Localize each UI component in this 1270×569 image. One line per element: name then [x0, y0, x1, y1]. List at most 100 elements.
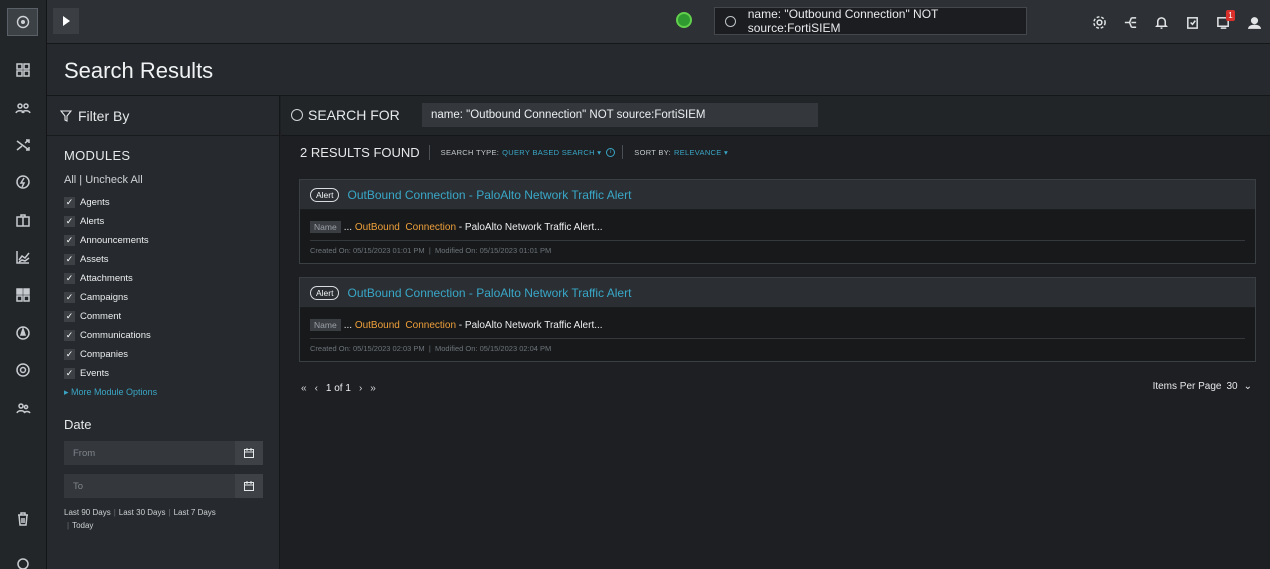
checkbox-icon: ✓ — [64, 216, 75, 227]
icon-rail — [0, 0, 47, 569]
created-on: Created On: 05/15/2023 01:01 PM — [310, 246, 425, 255]
more-options-label: More Module Options — [71, 387, 158, 397]
shuffle-icon[interactable] — [12, 134, 34, 156]
result-card: Alert OutBound Connection - PaloAlto Net… — [299, 277, 1256, 362]
apps-icon[interactable] — [12, 284, 34, 306]
app-logo-icon[interactable] — [7, 8, 38, 36]
module-select-links: All | Uncheck All — [64, 174, 143, 186]
snippet-suffix: - PaloAlto Network Traffic Alert... — [458, 221, 603, 233]
search-type-dropdown[interactable]: QUERY BASED SEARCH ▾ — [502, 148, 601, 157]
module-type-badge: Alert — [310, 285, 340, 300]
divider — [622, 145, 624, 159]
settings-small-icon[interactable] — [12, 553, 34, 569]
status-indicator-icon[interactable] — [676, 12, 692, 28]
module-checkbox-assets[interactable]: ✓ Assets — [64, 250, 279, 269]
gear-icon[interactable] — [1084, 9, 1115, 35]
date-title: Date — [64, 417, 92, 432]
last-page-button[interactable]: » — [370, 383, 376, 394]
date-to-field[interactable]: To — [64, 474, 263, 498]
module-label: Agents — [80, 197, 110, 208]
last-90-days-link[interactable]: Last 90 Days — [64, 508, 111, 517]
items-per-page-select[interactable]: 30 — [1226, 381, 1237, 392]
expand-sidebar-button[interactable] — [53, 8, 79, 34]
play-icon — [62, 16, 70, 26]
info-icon[interactable]: i — [606, 147, 616, 157]
sort-by-dropdown[interactable]: RELEVANCE ▾ — [674, 148, 728, 157]
filter-heading: Filter By — [78, 107, 130, 124]
date-from-field[interactable]: From — [64, 441, 263, 465]
module-label: Companies — [80, 349, 129, 360]
checkbox-icon: ✓ — [64, 235, 75, 246]
search-type-value: QUERY BASED SEARCH — [502, 147, 595, 157]
items-per-page: Items Per Page 30 ⌄ — [1153, 381, 1252, 392]
calendar-icon[interactable] — [235, 474, 263, 498]
filter-panel: Filter By MODULES All | Uncheck All ✓ Age… — [47, 96, 280, 569]
global-search-input[interactable]: name: "Outbound Connection" NOT source:F… — [714, 7, 1027, 35]
briefcase-icon[interactable] — [12, 209, 34, 231]
last-7-days-link[interactable]: Last 7 Days — [174, 508, 216, 517]
created-on: Created On: 05/15/2023 02:03 PM — [310, 344, 425, 353]
calendar-icon[interactable] — [235, 441, 263, 465]
result-title-link[interactable]: OutBound Connection - PaloAlto Network T… — [347, 286, 631, 300]
result-snippet: Name ... OutBound Connection - PaloAlto … — [310, 220, 1255, 234]
select-all-link[interactable]: All — [64, 174, 76, 186]
search-for-bar: SEARCH FOR name: "Outbound Connection" N… — [281, 96, 1270, 136]
users-group-icon[interactable] — [12, 97, 34, 119]
module-list: ✓ Agents ✓ Alerts ✓ Announcements ✓ Assets ✓… — [64, 193, 279, 383]
highlight-term: OutBound — [354, 319, 400, 331]
module-label: Communications — [80, 330, 151, 341]
dashboard-icon[interactable] — [12, 59, 34, 81]
result-card-header: Alert OutBound Connection - PaloAlto Net… — [300, 180, 1255, 210]
divider — [310, 338, 1245, 339]
today-link[interactable]: Today — [72, 521, 93, 530]
target-icon[interactable] — [12, 359, 34, 381]
compass-icon[interactable] — [12, 322, 34, 344]
highlight-term: Connection — [405, 319, 457, 331]
checkbox-icon: ✓ — [64, 273, 75, 284]
tasks-icon[interactable]: 1 — [1208, 9, 1239, 35]
first-page-button[interactable]: « — [301, 383, 307, 394]
search-query-input[interactable]: name: "Outbound Connection" NOT source:F… — [422, 103, 818, 127]
chart-icon[interactable] — [12, 246, 34, 268]
user-icon[interactable] — [1239, 9, 1270, 35]
bolt-icon[interactable] — [12, 171, 34, 193]
result-snippet: Name ... OutBound Connection - PaloAlto … — [310, 318, 1255, 332]
checkbox-icon: ✓ — [64, 368, 75, 379]
date-from-input[interactable]: From — [64, 441, 235, 465]
module-checkbox-announcements[interactable]: ✓ Announcements — [64, 231, 279, 250]
search-for-label: SEARCH FOR — [291, 107, 400, 123]
sort-by-label: SORT BY: — [634, 147, 671, 157]
page-title: Search Results — [64, 58, 214, 83]
module-label: Events — [80, 368, 110, 379]
module-checkbox-comment[interactable]: ✓ Comment — [64, 307, 279, 326]
checkbox-icon: ✓ — [64, 311, 75, 322]
result-title-link[interactable]: OutBound Connection - PaloAlto Network T… — [347, 188, 631, 202]
uncheck-all-link[interactable]: Uncheck All — [85, 174, 142, 186]
page-indicator: 1 of 1 — [325, 383, 351, 394]
search-icon — [725, 15, 736, 27]
checkbox-icon: ✓ — [64, 254, 75, 265]
snippet-prefix: ... — [343, 221, 353, 233]
module-checkbox-agents[interactable]: ✓ Agents — [64, 193, 279, 212]
module-checkbox-attachments[interactable]: ✓ Attachments — [64, 269, 279, 288]
module-checkbox-companies[interactable]: ✓ Companies — [64, 345, 279, 364]
module-checkbox-campaigns[interactable]: ✓ Campaigns — [64, 288, 279, 307]
module-checkbox-communications[interactable]: ✓ Communications — [64, 326, 279, 345]
people-icon[interactable] — [12, 397, 34, 419]
module-checkbox-events[interactable]: ✓ Events — [64, 364, 279, 383]
checkbox-icon: ✓ — [64, 292, 75, 303]
more-module-options-link[interactable]: ▸ More Module Options — [64, 387, 279, 398]
date-to-input[interactable]: To — [64, 474, 235, 498]
highlight-term: OutBound — [354, 221, 400, 233]
clipboard-check-icon[interactable] — [1177, 9, 1208, 35]
chevron-down-icon[interactable]: ⌄ — [1244, 381, 1252, 392]
network-icon[interactable] — [1115, 9, 1146, 35]
module-type-badge: Alert — [310, 187, 340, 202]
module-checkbox-alerts[interactable]: ✓ Alerts — [64, 212, 279, 231]
bell-icon[interactable] — [1146, 9, 1177, 35]
next-page-button[interactable]: › — [359, 383, 362, 394]
prev-page-button[interactable]: ‹ — [315, 383, 318, 394]
module-label: Assets — [80, 254, 109, 265]
last-30-days-link[interactable]: Last 30 Days — [119, 508, 166, 517]
trash-icon[interactable] — [12, 508, 34, 530]
